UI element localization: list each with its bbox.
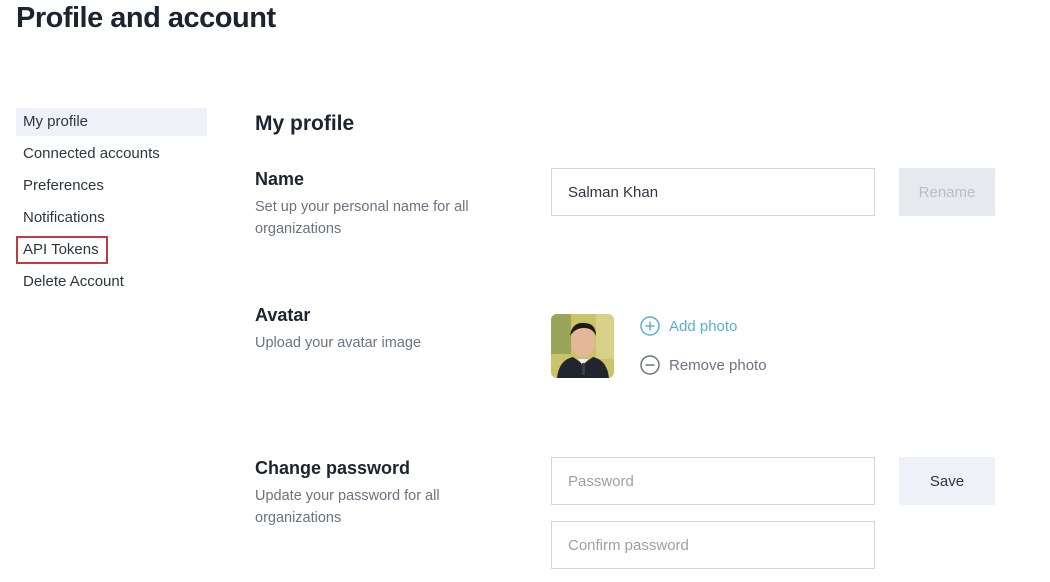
sidebar-item-delete-account[interactable]: Delete Account <box>16 268 207 296</box>
change-password-label: Change password <box>255 458 411 478</box>
plus-circle-icon <box>640 316 660 336</box>
name-label: Name <box>255 169 305 189</box>
avatar <box>551 314 614 378</box>
confirm-password-input[interactable] <box>551 521 875 569</box>
minus-circle-icon <box>640 355 660 375</box>
save-password-button[interactable]: Save <box>899 457 995 505</box>
name-description: Set up your personal name for all organi… <box>255 199 469 237</box>
sidebar-item-notifications[interactable]: Notifications <box>16 204 207 232</box>
sidebar-item-api-tokens[interactable]: API Tokens <box>16 236 108 264</box>
avatar-label: Avatar <box>255 305 311 325</box>
password-input[interactable] <box>551 457 875 505</box>
remove-photo-button[interactable]: Remove photo <box>640 355 767 375</box>
section-title: My profile <box>255 112 355 135</box>
name-input[interactable] <box>551 168 875 216</box>
remove-photo-label: Remove photo <box>669 356 767 374</box>
sidebar-item-preferences[interactable]: Preferences <box>16 172 207 200</box>
page-title: Profile and account <box>16 2 276 34</box>
sidebar-item-connected-accounts[interactable]: Connected accounts <box>16 140 207 168</box>
rename-button[interactable]: Rename <box>899 168 995 216</box>
sidebar-nav: My profile Connected accounts Preference… <box>16 108 207 300</box>
avatar-description: Upload your avatar image <box>255 335 422 351</box>
add-photo-button[interactable]: Add photo <box>640 316 737 336</box>
add-photo-label: Add photo <box>669 317 738 335</box>
sidebar-item-my-profile[interactable]: My profile <box>16 108 207 136</box>
change-password-description: Update your password for all organizatio… <box>255 488 440 526</box>
avatar-image <box>551 314 614 378</box>
